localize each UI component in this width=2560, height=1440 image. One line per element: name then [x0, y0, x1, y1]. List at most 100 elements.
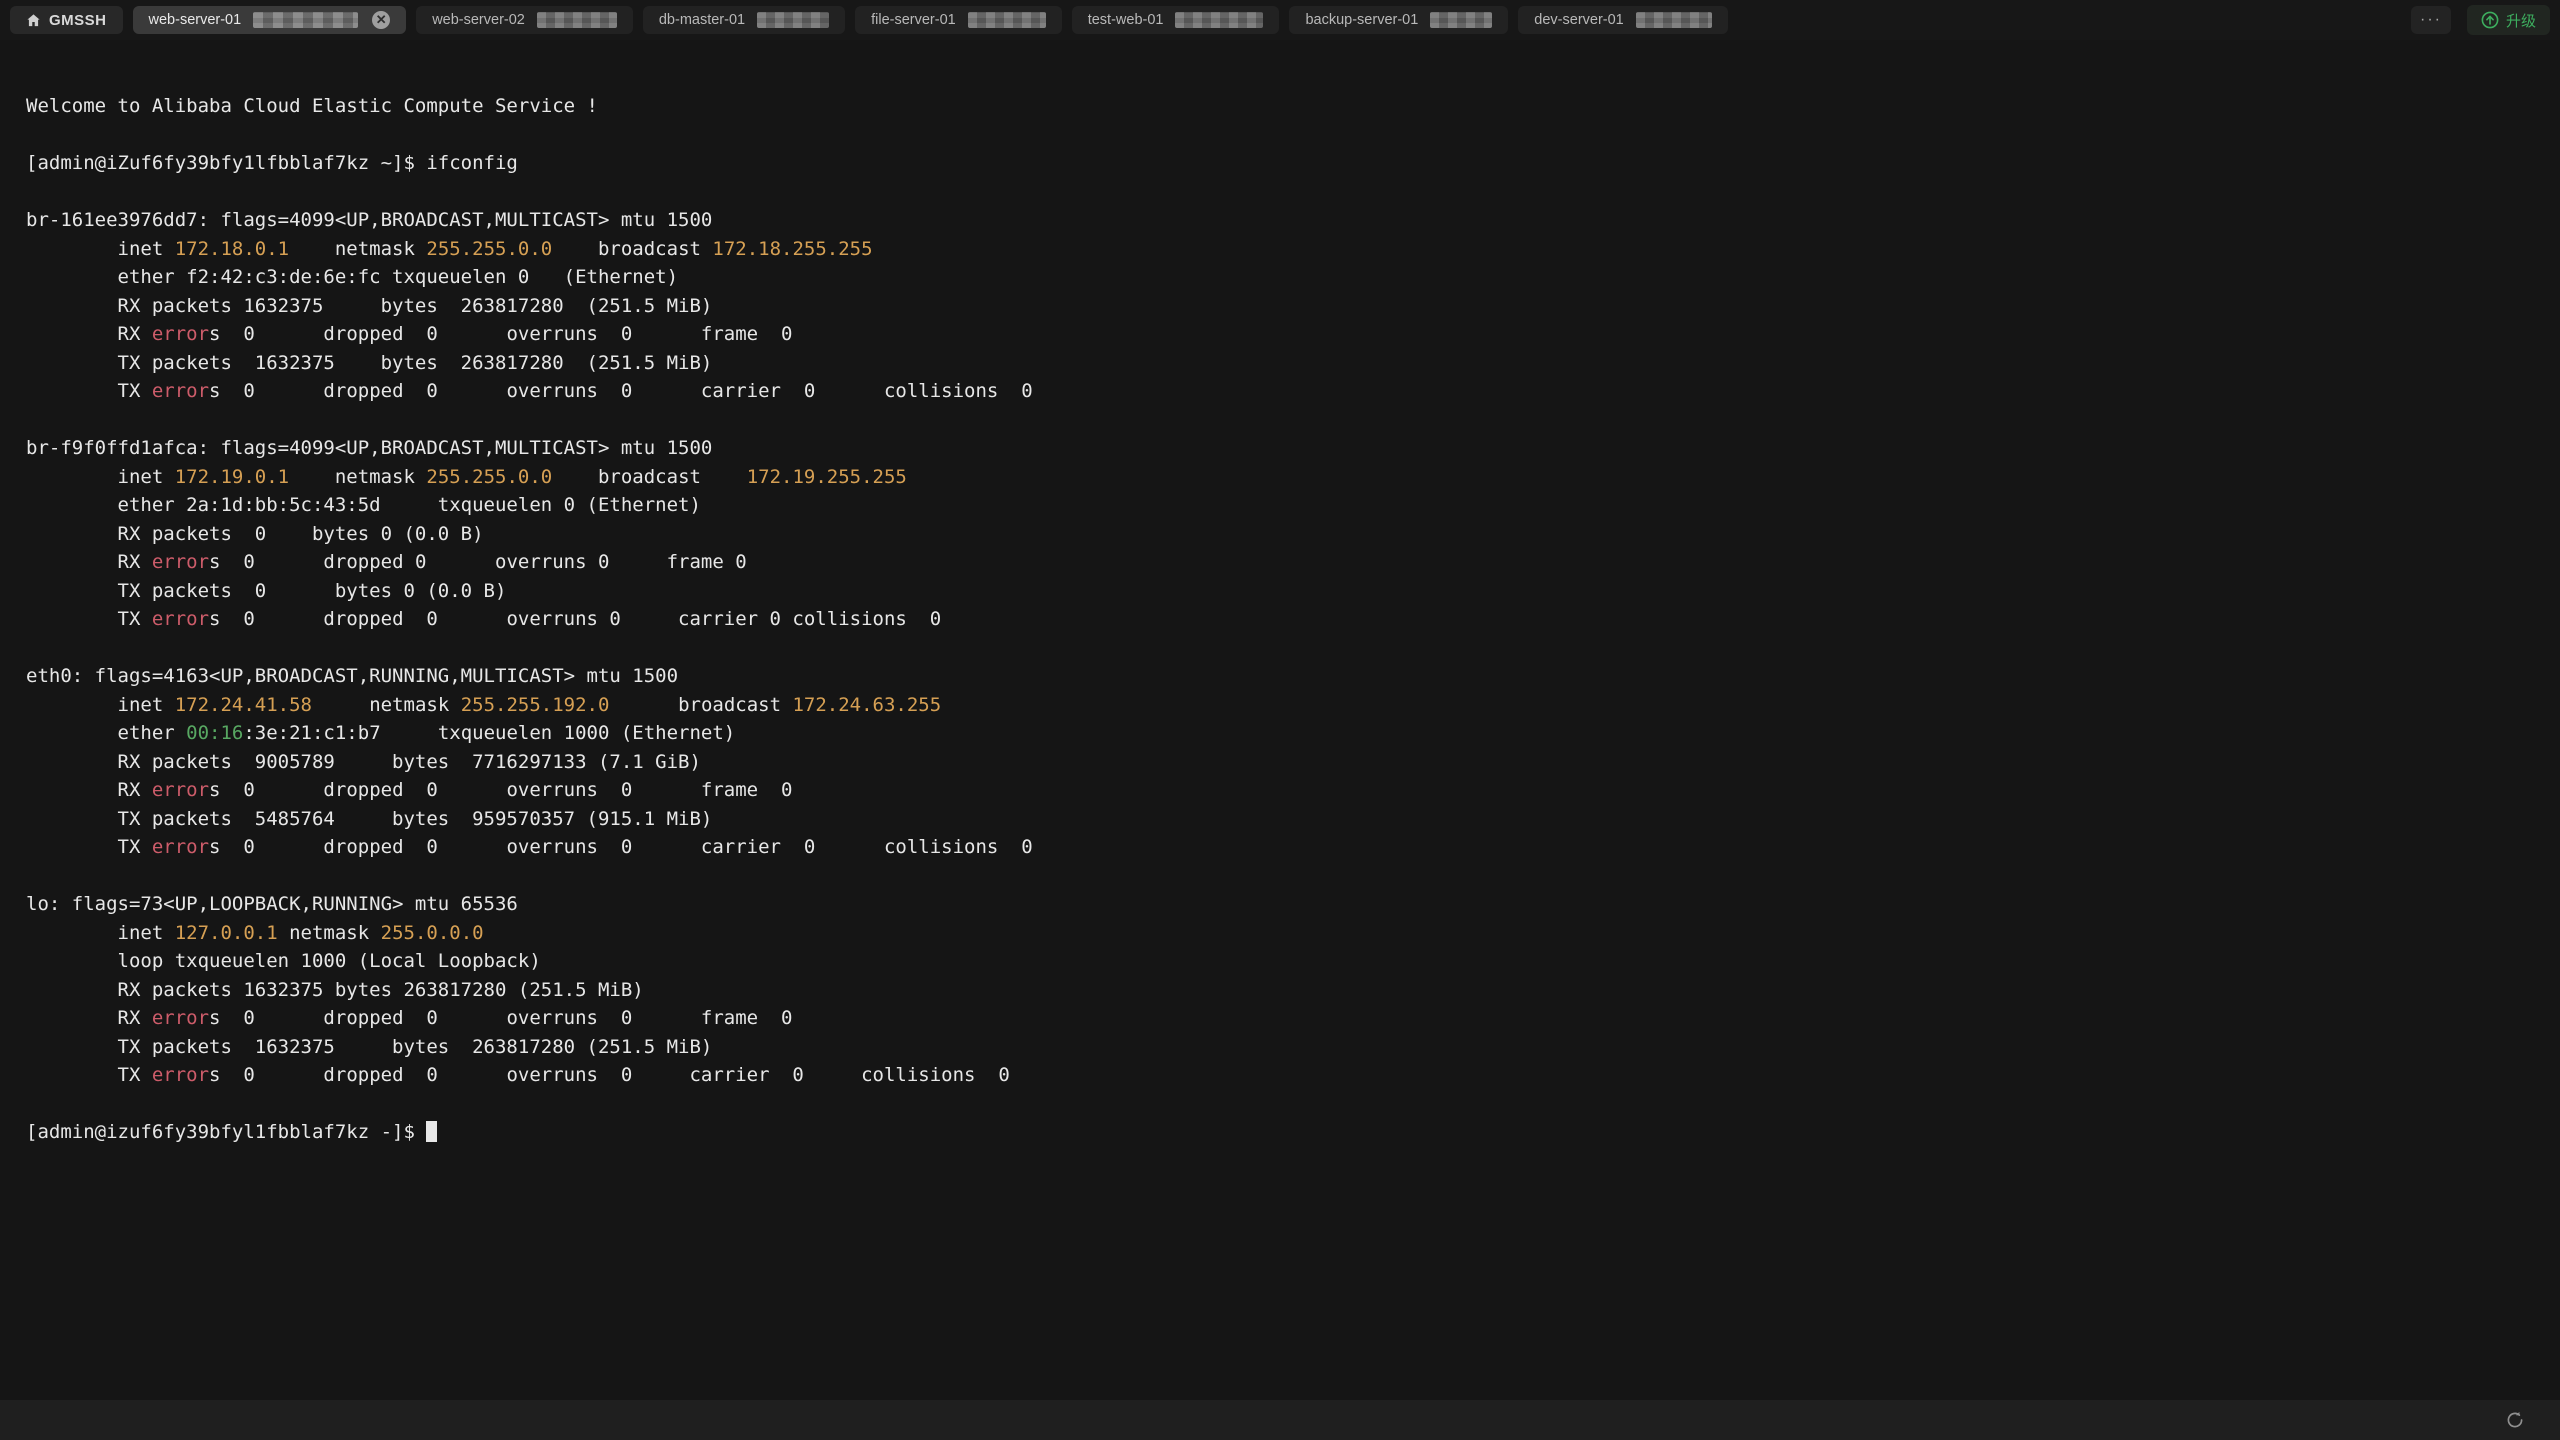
- terminal-line: [admin@iZuf6fy39bfy1lfbblaf7kz ~]$ ifcon…: [26, 149, 2540, 178]
- terminal-line: RX packets 0 bytes 0 (0.0 B): [26, 520, 2540, 549]
- terminal-line: RX errors 0 dropped 0 overruns 0 frame 0: [26, 776, 2540, 805]
- terminal-line: loop txqueuelen 1000 (Local Loopback): [26, 947, 2540, 976]
- redacted-ip: [1175, 12, 1263, 28]
- terminal-line: TX packets 1632375 bytes 263817280 (251.…: [26, 349, 2540, 378]
- terminal-text-segment: error: [152, 380, 209, 402]
- refresh-icon[interactable]: [2504, 1409, 2526, 1431]
- terminal-line: RX errors 0 dropped 0 overruns 0 frame 0: [26, 548, 2540, 577]
- terminal-text-segment: loop txqueuelen 1000 (Local Loopback): [26, 950, 541, 972]
- terminal-text-segment: error: [152, 551, 209, 573]
- terminal-line: TX packets 5485764 bytes 959570357 (915.…: [26, 805, 2540, 834]
- terminal-line: RX errors 0 dropped 0 overruns 0 frame 0: [26, 1004, 2540, 1033]
- terminal-line: inet 172.18.0.1 netmask 255.255.0.0 broa…: [26, 235, 2540, 264]
- tabbar-right-actions: ··· 升级: [2411, 5, 2550, 35]
- terminal-text-segment: 172.18.0.1: [175, 238, 289, 260]
- terminal-text-segment: 172.19.0.1: [175, 466, 289, 488]
- terminal-text-segment: broadcast: [609, 694, 792, 716]
- tab-label: db-master-01: [659, 12, 745, 28]
- terminal-text-segment: 172.18.255.255: [712, 238, 872, 260]
- tab-test-web-01[interactable]: test-web-01: [1072, 6, 1280, 34]
- tab-label: dev-server-01: [1534, 12, 1623, 28]
- tab-dev-server-01[interactable]: dev-server-01: [1518, 6, 1727, 34]
- terminal-text-segment: s 0 dropped 0 overruns 0 carrier 0 colli…: [209, 380, 1033, 402]
- terminal-line: inet 172.24.41.58 netmask 255.255.192.0 …: [26, 691, 2540, 720]
- terminal-text-segment: netmask: [289, 466, 426, 488]
- terminal-line: TX errors 0 dropped 0 overruns 0 carrier…: [26, 377, 2540, 406]
- terminal-text-segment: ether: [26, 722, 186, 744]
- tab-backup-server-01[interactable]: backup-server-01: [1289, 6, 1508, 34]
- tab-db-master-01[interactable]: db-master-01: [643, 6, 845, 34]
- tab-label: web-server-02: [432, 12, 525, 28]
- terminal-text-segment: error: [152, 779, 209, 801]
- terminal-text-segment: 172.19.255.255: [747, 466, 907, 488]
- terminal-output[interactable]: Welcome to Alibaba Cloud Elastic Compute…: [0, 40, 2560, 1400]
- terminal-line: [26, 1090, 2540, 1119]
- terminal-text-segment: RX: [26, 551, 152, 573]
- tab-web-server-01[interactable]: web-server-01 ✕: [133, 6, 407, 34]
- upgrade-button[interactable]: 升级: [2467, 5, 2550, 35]
- tab-label: backup-server-01: [1305, 12, 1418, 28]
- terminal-text-segment: inet: [26, 694, 175, 716]
- terminal-text-segment: 127.0.0.1: [175, 922, 278, 944]
- terminal-line: lo: flags=73<UP,LOOPBACK,RUNNING> mtu 65…: [26, 890, 2540, 919]
- terminal-text-segment: TX: [26, 836, 152, 858]
- terminal-text-segment: s 0 dropped 0 overruns 0 carrier 0 colli…: [209, 1064, 1010, 1086]
- upgrade-arrow-icon: [2481, 11, 2499, 29]
- terminal-text-segment: RX: [26, 779, 152, 801]
- terminal-text-segment: TX packets 1632375 bytes 263817280 (251.…: [26, 352, 712, 374]
- terminal-line: TX errors 0 dropped 0 overruns 0 carrier…: [26, 1061, 2540, 1090]
- tab-label: test-web-01: [1088, 12, 1164, 28]
- terminal-text-segment: 255.255.0.0: [426, 466, 552, 488]
- terminal-text-segment: 172.24.41.58: [175, 694, 312, 716]
- gmssh-window: GMSSH web-server-01 ✕ web-server-02 db-m…: [0, 0, 2560, 1440]
- terminal-text-segment: RX packets 1632375 bytes 263817280 (251.…: [26, 295, 712, 317]
- redacted-ip: [757, 12, 829, 28]
- terminal-line: TX packets 1632375 bytes 263817280 (251.…: [26, 1033, 2540, 1062]
- terminal-line: inet 127.0.0.1 netmask 255.0.0.0: [26, 919, 2540, 948]
- terminal-text-segment: [admin@iZuf6fy39bfy1lfbblaf7kz ~]$ ifcon…: [26, 152, 518, 174]
- redacted-ip: [537, 12, 617, 28]
- tab-file-server-01[interactable]: file-server-01: [855, 6, 1062, 34]
- terminal-line: br-f9f0ffd1afca: flags=4099<UP,BROADCAST…: [26, 434, 2540, 463]
- terminal-line: RX packets 9005789 bytes 7716297133 (7.1…: [26, 748, 2540, 777]
- terminal-text-segment: TX: [26, 608, 152, 630]
- terminal-text-segment: eth0: flags=4163<UP,BROADCAST,RUNNING,MU…: [26, 665, 678, 687]
- terminal-cursor: [426, 1121, 437, 1142]
- upgrade-label: 升级: [2506, 10, 2536, 31]
- terminal-text-segment: TX packets 1632375 bytes 263817280 (251.…: [26, 1036, 712, 1058]
- terminal-text-segment: broadcast: [552, 238, 712, 260]
- more-button[interactable]: ···: [2411, 6, 2451, 34]
- close-icon[interactable]: ✕: [372, 11, 390, 29]
- brand-label: GMSSH: [49, 12, 107, 29]
- session-tabs: web-server-01 ✕ web-server-02 db-master-…: [133, 6, 1728, 34]
- terminal-text-segment: s 0 dropped 0 overruns 0 carrier 0 colli…: [209, 836, 1033, 858]
- terminal-text-segment: 00:16: [186, 722, 243, 744]
- terminal-text-segment: s 0 dropped 0 overruns 0 frame 0: [209, 323, 792, 345]
- app-home-button[interactable]: GMSSH: [10, 6, 123, 34]
- home-icon: [26, 13, 41, 28]
- terminal-text-segment: 255.255.192.0: [461, 694, 610, 716]
- terminal-line: ether f2:42:c3:de:6e:fc txqueuelen 0 (Et…: [26, 263, 2540, 292]
- terminal-line: RX packets 1632375 bytes 263817280 (251.…: [26, 292, 2540, 321]
- terminal-text-segment: br-f9f0ffd1afca: flags=4099<UP,BROADCAST…: [26, 437, 712, 459]
- terminal-line: RX packets 1632375 bytes 263817280 (251.…: [26, 976, 2540, 1005]
- terminal-text-segment: inet: [26, 466, 175, 488]
- terminal-text-segment: br-161ee3976dd7: flags=4099<UP,BROADCAST…: [26, 209, 712, 231]
- tab-web-server-02[interactable]: web-server-02: [416, 6, 633, 34]
- terminal-text-segment: TX: [26, 1064, 152, 1086]
- terminal-line: eth0: flags=4163<UP,BROADCAST,RUNNING,MU…: [26, 662, 2540, 691]
- terminal-line: Welcome to Alibaba Cloud Elastic Compute…: [26, 92, 2540, 121]
- terminal-line: [26, 406, 2540, 435]
- terminal-text-segment: :3e:21:c1:b7 txqueuelen 1000 (Ethernet): [243, 722, 735, 744]
- terminal-text-segment: error: [152, 323, 209, 345]
- terminal-text-segment: netmask: [312, 694, 461, 716]
- terminal-text-segment: 255.0.0.0: [381, 922, 484, 944]
- terminal-line: [26, 121, 2540, 150]
- terminal-text-segment: RX packets 1632375 bytes 263817280 (251.…: [26, 979, 644, 1001]
- terminal-text-segment: ether f2:42:c3:de:6e:fc txqueuelen 0 (Et…: [26, 266, 678, 288]
- terminal-line: TX errors 0 dropped 0 overruns 0 carrier…: [26, 833, 2540, 862]
- terminal-text-segment: error: [152, 608, 209, 630]
- status-bar: [0, 1400, 2560, 1440]
- terminal-text-segment: netmask: [289, 238, 426, 260]
- terminal-text-segment: s 0 dropped 0 overruns 0 frame 0: [209, 779, 792, 801]
